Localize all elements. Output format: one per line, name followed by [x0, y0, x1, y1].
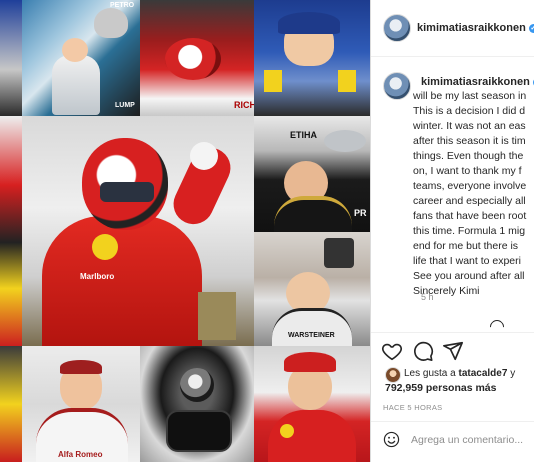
caption-line: on, I want to thank my f — [413, 165, 522, 177]
likes-count[interactable]: 792,959 personas más — [385, 382, 497, 394]
caption-line: end for me but there is — [413, 240, 519, 252]
photo-ferrari-celebration: Marlboro — [22, 116, 254, 346]
photo-alfa-romeo-smile: Alfa Romeo — [22, 346, 140, 462]
comment-bubble-icon[interactable] — [412, 340, 434, 362]
caption-line: after this season it is tim — [413, 135, 526, 147]
actions-divider — [371, 332, 534, 333]
caption-line: winter. It was not an eas — [413, 120, 526, 132]
photo-podium-trophy: PETRO LUMP — [22, 0, 140, 116]
photo-mclaren-trophy: WARSTEINER — [254, 232, 370, 346]
tile-text-petro: PETRO — [110, 2, 135, 9]
caption-line: See you around after all — [413, 270, 525, 282]
post-timestamp[interactable]: HACE 5 HORAS — [383, 403, 442, 412]
post-image-collage[interactable]: PETRO LUMP RICH Marlboro ETIHA PR WARSTE… — [0, 0, 370, 462]
photo-far-left-bottom — [0, 346, 22, 462]
photo-ferrari-cap — [254, 346, 370, 462]
post-caption: will be my last season in This is a deci… — [413, 89, 534, 299]
loading-spinner-icon — [487, 317, 507, 337]
caption-username-text[interactable]: kimimatiasraikkonen — [421, 76, 530, 88]
caption-line: fans that have been root — [413, 210, 527, 222]
smiley-icon[interactable] — [383, 431, 400, 448]
caption-time-ago[interactable]: 5 h — [421, 292, 434, 302]
photo-far-left-mid — [0, 116, 22, 346]
heart-icon[interactable] — [381, 340, 403, 362]
tile-text-warsteiner: WARSTEINER — [288, 332, 335, 339]
comment-input[interactable] — [411, 432, 531, 448]
tile-text-rich: RICH — [234, 100, 254, 110]
post-header: kimimatiasraikkonen ✓ — [371, 0, 534, 57]
photo-sauber-car — [254, 0, 370, 116]
caption-line: things. Even though the — [413, 150, 524, 162]
author-username[interactable]: kimimatiasraikkonen ✓ — [417, 22, 534, 34]
caption-author-username[interactable]: kimimatiasraikkonen✓ — [421, 76, 534, 88]
caption-line: this time. Formula 1 mig — [413, 225, 526, 237]
paper-plane-icon[interactable] — [442, 340, 464, 362]
photo-cockpit-top-view — [140, 346, 254, 462]
photo-lotus-trophy: ETIHA PR — [254, 116, 370, 232]
liker-avatar[interactable] — [385, 367, 401, 383]
liker-username[interactable]: tatacalde7 — [459, 368, 508, 379]
author-username-text[interactable]: kimimatiasraikkonen — [417, 22, 526, 34]
caption-line: This is a decision I did d — [413, 105, 526, 117]
likes-prefix: Les gusta a — [404, 368, 456, 379]
caption-line: life that I want to experi — [413, 255, 521, 267]
comment-divider — [371, 421, 534, 422]
caption-line: will be my last season in — [413, 90, 527, 102]
likes-conjunction: y — [510, 368, 516, 379]
tile-text-etihad: ETIHA — [290, 130, 317, 140]
likes-summary: Les gusta a tatacalde7 y — [404, 368, 515, 379]
tile-text-pr: PR — [354, 208, 367, 218]
photo-far-left-top — [0, 0, 22, 116]
tile-text-alfa-romeo: Alfa Romeo — [58, 450, 103, 459]
tile-text-marlboro: Marlboro — [80, 272, 115, 281]
caption-line: teams, everyone involve — [413, 180, 527, 192]
author-avatar[interactable] — [383, 14, 411, 42]
verified-badge-icon: ✓ — [528, 23, 534, 33]
photo-helmet-cockpit: RICH — [140, 0, 254, 116]
post-detail-panel: kimimatiasraikkonen ✓ kimimatiasraikkonen… — [371, 0, 534, 462]
caption-line: career and especially all — [413, 195, 526, 207]
caption-author-avatar[interactable] — [383, 72, 411, 100]
tile-text-lump: LUMP — [115, 102, 135, 109]
